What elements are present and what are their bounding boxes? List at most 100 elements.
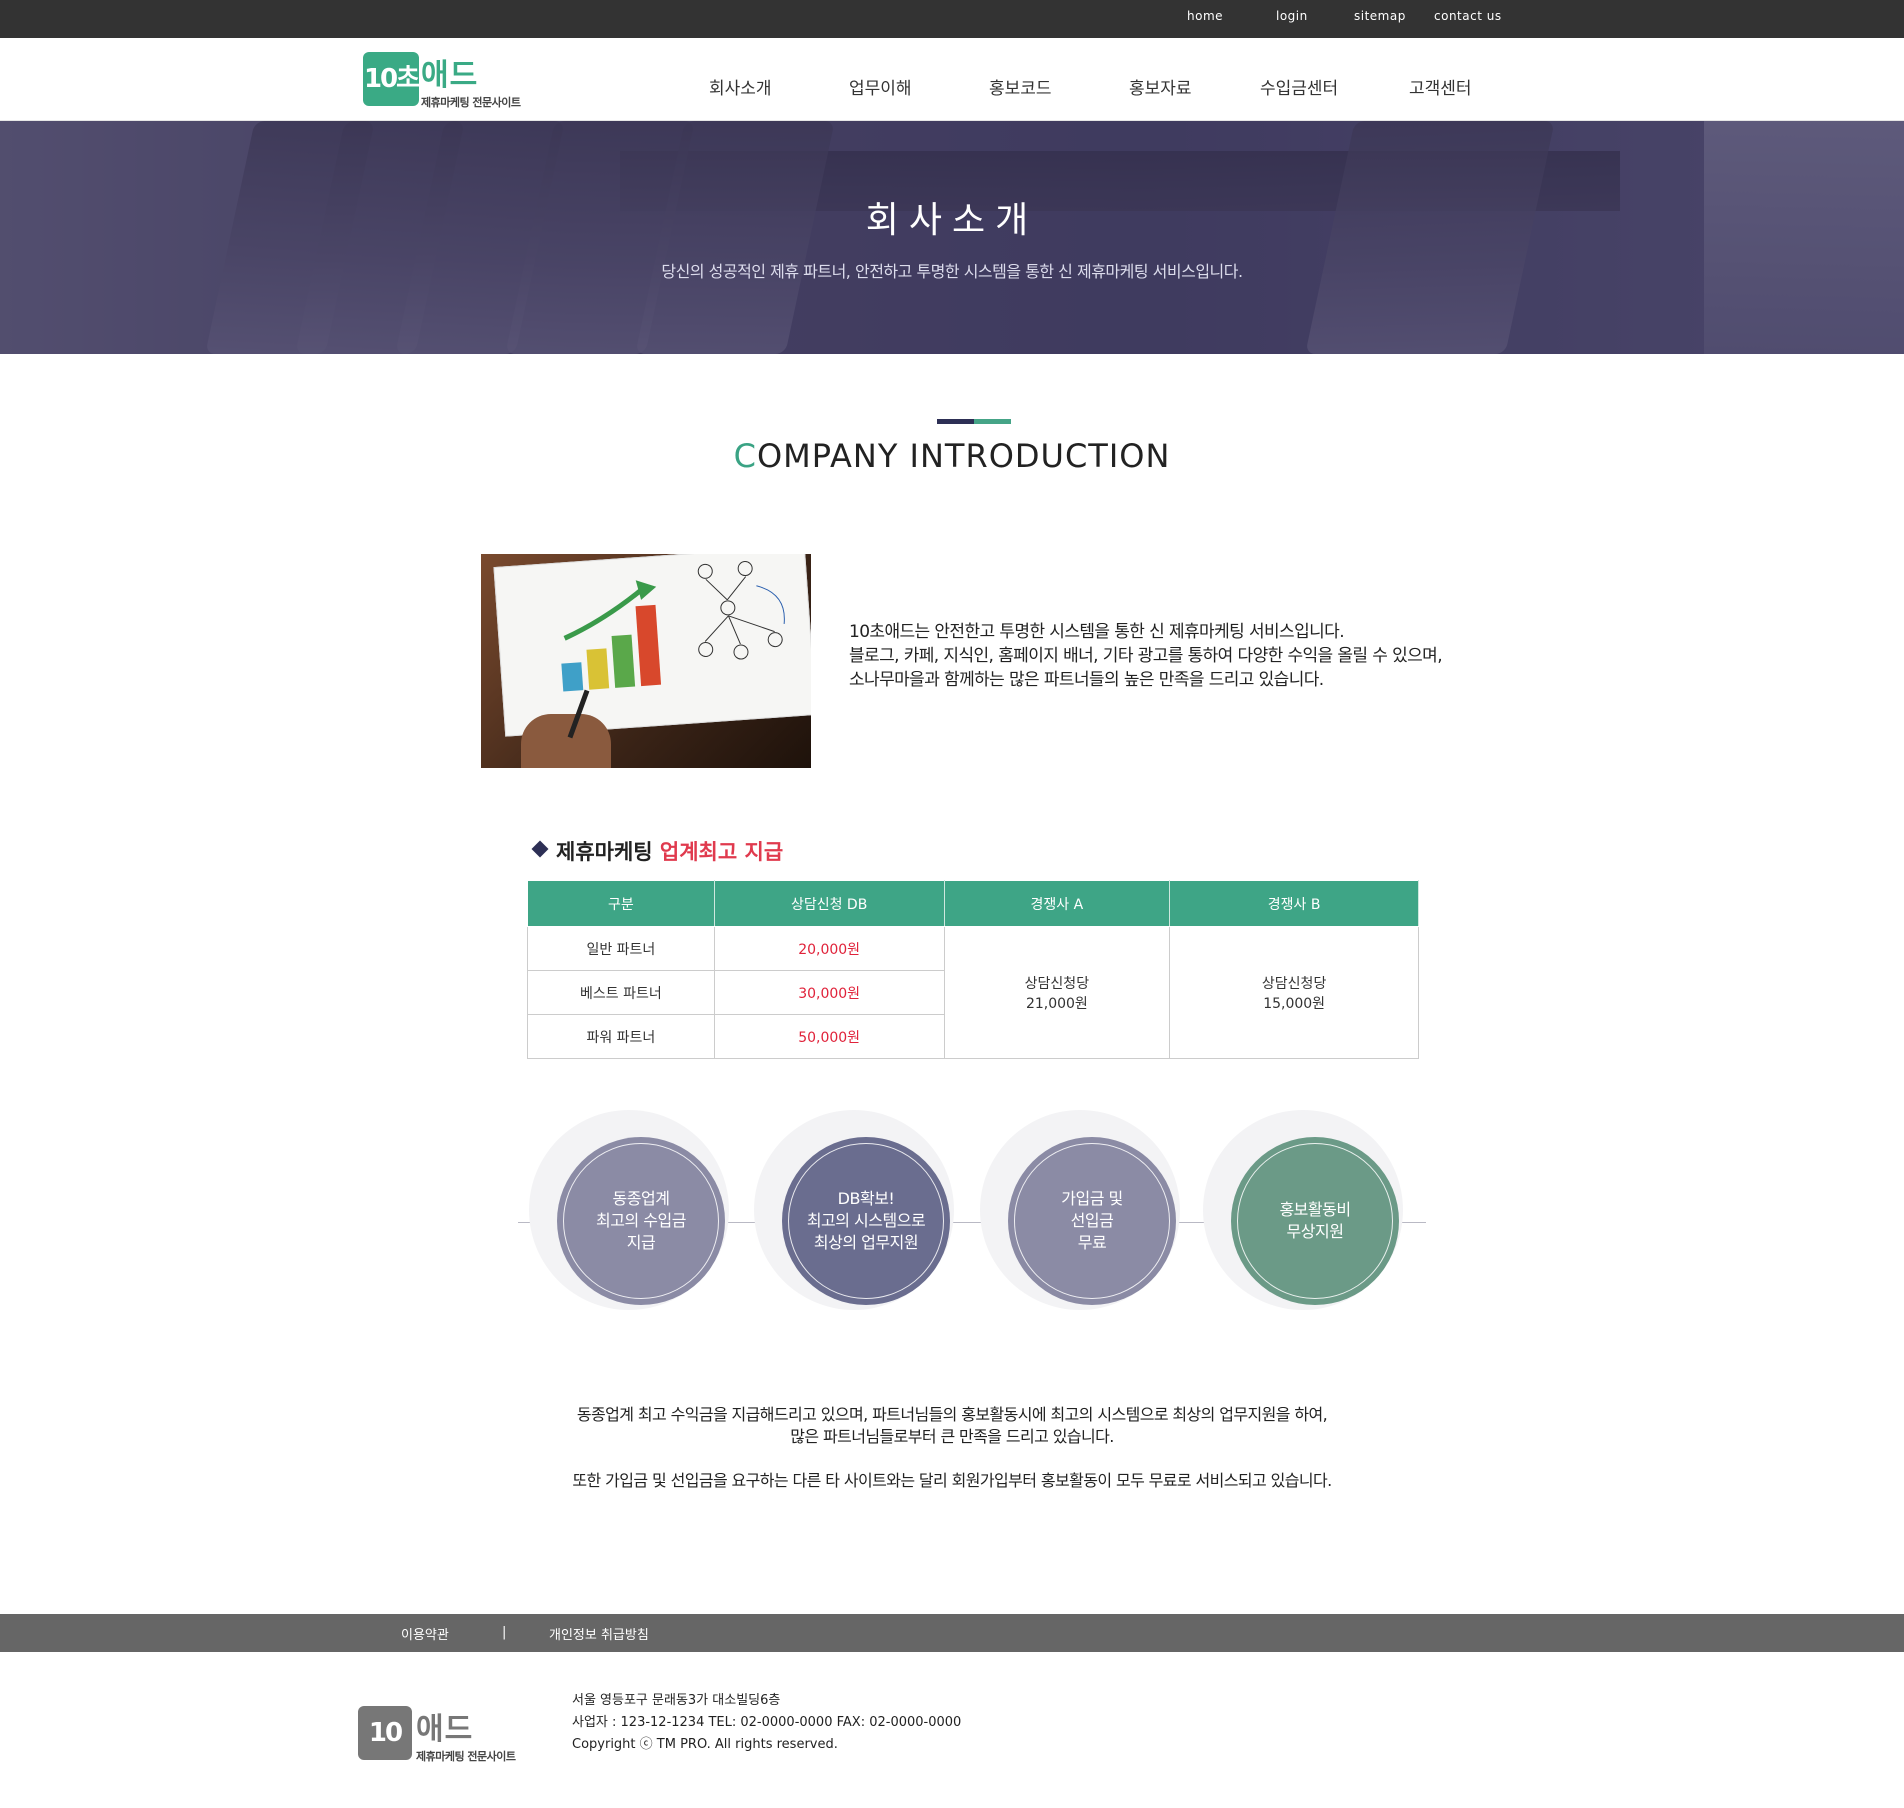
feature-circle-income: 동종업계 최고의 수입금 지급 [557,1137,725,1305]
feature-line: 선입금 [1070,1211,1114,1230]
section-title: COMPANY INTRODUCTION [0,437,1904,475]
feature-circle-text: 가입금 및 선입금 무료 [1014,1143,1170,1299]
feature-line: 무료 [1077,1233,1107,1252]
nav-item-income-center[interactable]: 수입금센터 [1260,74,1338,99]
feature-line: 최고의 수입금 [596,1211,686,1230]
description-line-3: 또한 가입금 및 선입금을 요구하는 다른 타 사이트와는 달리 회원가입부터 … [572,1471,1332,1490]
feature-line: 홍보활동비 [1279,1200,1351,1219]
sitemap-link[interactable]: sitemap [1354,9,1406,23]
feature-circle-promo-support: 홍보활동비 무상지원 [1231,1137,1399,1305]
notebook-paper [493,554,811,737]
section-title-initial: C [733,437,757,475]
logo-word: 애드 [416,1712,474,1747]
pricing-title: 제휴마케팅 업계최고 지급 [556,836,783,866]
feature-line: 무상지원 [1286,1222,1344,1241]
feature-line: 최상의 업무지원 [813,1233,919,1252]
competitor-a-cell: 상담신청당 21,000원 [943,926,1171,1059]
hero-subtitle: 당신의 성공적인 제휴 파트너, 안전하고 투명한 시스템을 통한 신 제휴마케… [661,262,1243,281]
competitor-b-line2: 15,000원 [1263,995,1326,1012]
intro-line-1: 10초애드는 안전한고 투명한 시스템을 통한 신 제휴마케팅 서비스입니다. [849,622,1345,642]
login-link[interactable]: login [1276,9,1308,23]
pricing-title-main: 제휴마케팅 [556,840,660,864]
description-line-1: 동종업계 최고 수익금을 지급해드리고 있으며, 파트너님들의 홍보활동시에 최… [576,1405,1328,1424]
table-header-row: 구분 상담신청 DB 경쟁사 A 경쟁사 B [527,880,1419,927]
logo-word: 애드 [421,58,479,93]
chart-bar-green [611,634,636,688]
logo-number: 10초 [358,1706,412,1802]
feature-circle-wrap: 홍보활동비 무상지원 [1203,1110,1403,1310]
section-title-rest: OMPANY INTRODUCTION [756,437,1171,475]
row-price: 50,000원 [713,1014,945,1059]
feature-line: 최고의 시스템으로 [806,1211,926,1230]
title-bar-left [937,419,974,424]
contact-us-link[interactable]: contact us [1434,9,1502,23]
logo-number: 10초 [363,52,420,106]
feature-line: 지급 [626,1233,656,1252]
nav-item-company[interactable]: 회사소개 [709,74,772,99]
top-utility-bar: home login sitemap contact us [0,0,1904,38]
feature-circle-db: DB확보! 최고의 시스템으로 최상의 업무지원 [782,1137,950,1305]
feature-circle-text: 홍보활동비 무상지원 [1237,1143,1393,1299]
footer-copyright: Copyright ⓒ TM PRO. All rights reserved. [572,1737,838,1752]
privacy-policy-link[interactable]: 개인정보 취급방침 [549,1624,649,1643]
nav-item-promo-material[interactable]: 홍보자료 [1129,74,1192,99]
feature-line: 가입금 및 [1061,1189,1123,1208]
description-line-2: 많은 파트너님들로부터 큰 만족을 드리고 있습니다. [790,1427,1114,1446]
competitor-b-cell: 상담신청당 15,000원 [1169,926,1419,1059]
service-description: 동종업계 최고 수익금을 지급해드리고 있으며, 파트너님들의 홍보활동시에 최… [0,1404,1904,1492]
feature-line: 동종업계 [612,1189,670,1208]
feature-line: DB확보! [837,1189,895,1208]
logo-tagline: 제휴마케팅 전문사이트 [416,1750,516,1763]
table-row: 일반 파트너 20,000원 상담신청당 21,000원 상담신청당 15,000원 [527,926,1419,1059]
org-diagram-icon [697,561,785,660]
logo-tagline: 제휴마케팅 전문사이트 [421,96,521,109]
table-header-competitor-a: 경쟁사 A [943,880,1171,927]
footer-address: 서울 영등포구 문래동3가 대소빌딩6층 [572,1693,781,1708]
intro-text: 10초애드는 안전한고 투명한 시스템을 통한 신 제휴마케팅 서비스입니다. … [849,620,1443,692]
pricing-table: 구분 상담신청 DB 경쟁사 A 경쟁사 B 일반 파트너 20,000원 상담… [527,880,1419,1059]
section-title-decoration [937,419,1011,424]
intro-line-3: 소나무마을과 함께하는 많은 파트너들의 높은 만족을 드리고 있습니다. [849,670,1324,690]
footer-logo: 10초 애드 제휴마케팅 전문사이트 [358,1706,518,1802]
footer-link-bar: 이용약관 | 개인정보 취급방침 [0,1614,1904,1652]
feature-circle-wrap: DB확보! 최고의 시스템으로 최상의 업무지원 [754,1110,954,1310]
feature-circle-wrap: 동종업계 최고의 수입금 지급 [529,1110,729,1310]
row-price: 20,000원 [713,926,945,971]
hero-banner: 회사소개 당신의 성공적인 제휴 파트너, 안전하고 투명한 시스템을 통한 신… [0,121,1904,354]
terms-link[interactable]: 이용약관 [401,1624,449,1643]
chart-bar-yellow [586,648,610,690]
nav-item-promo-code[interactable]: 홍보코드 [989,74,1052,99]
competitor-a-line2: 21,000원 [1025,995,1088,1012]
feature-circle-text: 동종업계 최고의 수입금 지급 [563,1143,719,1299]
row-label: 베스트 파트너 [527,970,715,1015]
hand-shape [521,714,611,768]
row-label: 일반 파트너 [527,926,715,971]
hero-title: 회사소개 [865,200,1039,241]
nav-item-business[interactable]: 업무이해 [849,74,912,99]
site-header: 10초 애드 제휴마케팅 전문사이트 회사소개 업무이해 홍보코드 홍보자료 수… [0,38,1904,121]
table-header-db: 상담신청 DB [713,880,945,927]
competitor-a-line1: 상담신청당 [1024,975,1090,992]
competitor-b-line1: 상담신청당 [1261,975,1327,992]
pricing-title-highlight: 업계최고 지급 [659,840,784,864]
site-logo[interactable]: 10초 애드 제휴마케팅 전문사이트 [363,52,523,112]
footer-business-info: 사업자 : 123-12-1234 TEL: 02-0000-0000 FAX:… [572,1715,962,1730]
footer-info: 서울 영등포구 문래동3가 대소빌딩6층 사업자 : 123-12-1234 T… [572,1690,961,1756]
feature-circle-text: DB확보! 최고의 시스템으로 최상의 업무지원 [788,1143,944,1299]
title-bar-right [974,419,1011,424]
row-label: 파워 파트너 [527,1014,715,1059]
nav-item-customer-center[interactable]: 고객센터 [1409,74,1472,99]
intro-image [481,554,811,768]
diamond-bullet-icon [531,840,549,858]
home-link[interactable]: home [1187,9,1223,23]
feature-circle-wrap: 가입금 및 선입금 무료 [980,1110,1180,1310]
intro-line-2: 블로그, 카페, 지식인, 홈페이지 배너, 기타 광고를 통하여 다양한 수익… [849,646,1443,666]
chart-bar-blue [561,662,584,692]
feature-circle-free-join: 가입금 및 선입금 무료 [1008,1137,1176,1305]
row-price: 30,000원 [713,970,945,1015]
table-header-competitor-b: 경쟁사 B [1169,880,1419,927]
growth-arrow-icon [563,580,657,641]
footer-separator: | [502,1625,507,1640]
table-header-category: 구분 [527,880,715,927]
